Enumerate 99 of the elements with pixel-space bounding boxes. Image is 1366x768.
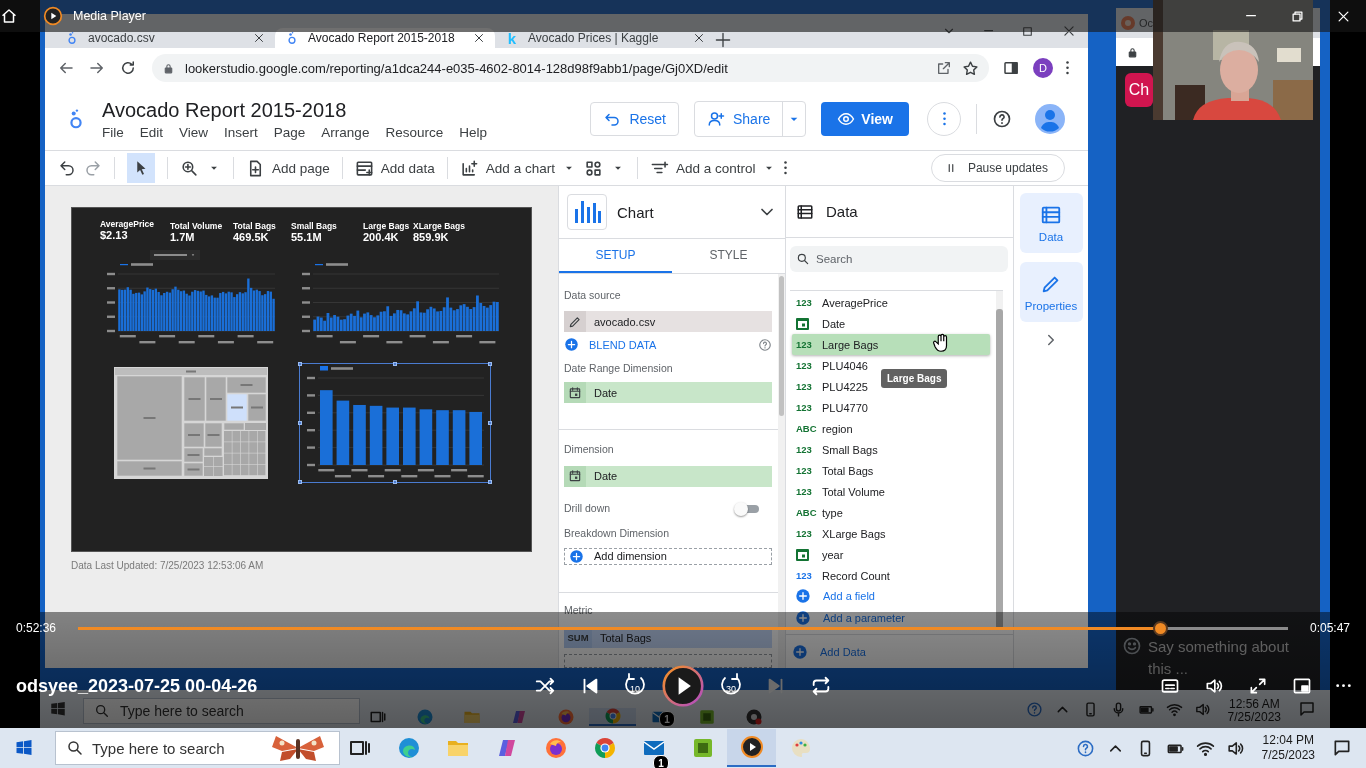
menu-item[interactable]: File [102,124,124,140]
remaining-time: 0:05:47 [1309,621,1350,635]
scorecard-label: Total Volume [170,221,224,231]
scorecard-label: XLarge Bags [413,221,466,231]
add-field-link[interactable]: Add a field [786,588,875,604]
field-type-label: ABC [796,423,818,434]
search-field[interactable]: Search [790,246,1008,272]
panel-title: Chart [617,203,655,221]
message-field[interactable]: Say something about this ... [1148,636,1306,686]
field-item[interactable]: ABC type [792,502,843,523]
scorecard-label: AveragePrice [100,219,156,229]
field-type-label: 123 [796,360,813,371]
field-type-label: 123 [796,381,813,392]
elapsed-time: 0:52:36 [16,621,57,635]
field-type-label: 123 [796,570,813,581]
menu-item[interactable]: Resource [385,124,444,140]
menu-item[interactable]: Edit [139,124,164,140]
skip-forward-button[interactable]: 30 [713,672,749,700]
field-item[interactable]: 123 XLarge Bags [792,523,886,544]
address-bar[interactable]: lookerstudio.google.com/reporting/a1dca244-e035-4602-8014-128d98f9abb1/page/Gj0XD/edit [152,54,989,82]
scorecard-value: 859.9K [413,231,450,243]
section-label: Breakdown Dimension [564,526,671,540]
taskbar-button[interactable]: 1 [636,708,683,726]
menu-item[interactable]: Help [459,124,487,140]
field-type-label: 123 [796,402,813,413]
clock-date: 7/25/2023 [1261,748,1315,763]
browser-tab[interactable]: avocado.csv [55,28,275,48]
profile-avatar[interactable]: D [1033,58,1053,78]
side-tab[interactable]: Data [1019,193,1083,253]
add-page-button[interactable]: Add page [246,158,330,178]
dimension-chip[interactable]: Date [564,465,772,487]
scorecard-value: 55.1M [291,231,323,243]
field-type-label: 123 [796,486,813,497]
scorecard-value: 1.7M [170,231,196,243]
pause-updates-button[interactable]: Pause updates [930,154,1065,182]
field-type-label: 123 [796,528,813,539]
section-label: Date Range Dimension [564,362,674,375]
field-type-label: 123 [796,444,813,455]
report-title: Avocado Report 2015-2018 [102,98,348,122]
side-tab[interactable]: Properties [1019,262,1083,322]
clock[interactable]: 12:04 PM 7/25/2023 [1261,733,1315,763]
field-type-label: ABC [796,507,818,518]
field-item[interactable]: ABC region [792,418,853,439]
last-updated-note: Data Last Updated: 7/25/2023 12:53:06 AM [71,560,265,571]
scorecard-value: 469.5K [233,231,270,243]
notification-count: 1 [659,711,675,727]
chat-button[interactable]: Ch [1125,73,1153,107]
add-data-button[interactable]: Add data [354,158,435,178]
favicon-letter: k [506,29,518,47]
field-item[interactable]: Date [792,313,846,334]
blend-data-link[interactable]: BLEND DATA [564,337,758,352]
notification-count: 1 [653,755,669,768]
search-field[interactable]: Type here to search [83,698,360,724]
section-label: Drill down [564,502,611,516]
clock-date: 7/25/2023 [1227,711,1281,724]
replay-button[interactable]: 10 [617,672,653,700]
field-item[interactable]: 123 Total Volume [792,481,885,502]
field-item[interactable]: 123 PLU4225 [792,376,868,397]
section-label: Dimension [564,442,615,456]
field-type-label: 123 [796,339,813,350]
section-label: Data source [564,289,622,302]
menu-item[interactable]: View [179,124,209,140]
taskbar-button[interactable]: 1 [629,729,678,767]
scorecard-value: 200.4K [363,231,400,243]
menu-item[interactable]: Page [273,124,306,140]
add-dimension-button[interactable]: Add dimension [564,547,772,565]
panel-tab[interactable]: STYLE [672,239,785,273]
browser-tab[interactable]: k Avocado Prices | Kaggle [495,28,715,48]
add-control-button[interactable]: Add a control [649,158,777,178]
app-title: Media Player [73,9,146,23]
clock-time: 12:56 AM [1228,698,1280,711]
add-chart-button[interactable]: Add a chart [459,158,576,178]
video-title: odsyee_2023-07-25 00-04-26 [15,677,259,695]
field-type-label: 123 [796,465,813,476]
field-item[interactable]: 123 PLU4046 [792,355,868,376]
field-name-tooltip: Large Bags [881,369,948,388]
field-type-label: 123 [796,297,813,308]
field-item[interactable]: 123 Record Count [792,565,890,586]
panel-tab[interactable]: SETUP [559,239,672,273]
field-item[interactable]: 123 AveragePrice [792,292,888,313]
search-field[interactable]: Type here to search [55,731,340,765]
scorecard-label: Total Bags [233,221,277,231]
menu-item[interactable]: Arrange [321,124,370,140]
field-item[interactable]: 123 PLU4770 [792,397,868,418]
reset-button[interactable]: Reset [590,102,679,136]
scorecard-label: Large Bags [363,221,411,231]
field-item[interactable]: year [792,544,844,565]
data-source-chip[interactable]: avocado.csv [564,311,772,332]
menu-item[interactable]: Insert [224,124,258,140]
dimension-chip[interactable]: Date [564,382,772,403]
field-item[interactable]: 123 Large Bags [792,334,990,355]
browser-tab[interactable]: Avocado Report 2015-2018 [275,28,495,48]
field-item[interactable]: 123 Total Bags [792,460,874,481]
view-button[interactable]: View [821,102,909,136]
scorecard-label: Small Bags [291,221,338,231]
scorecard-value: $2.13 [100,229,129,241]
panel-title: Data [826,203,858,220]
field-item[interactable]: 123 Small Bags [792,439,878,460]
clock-time: 12:04 PM [1262,733,1314,748]
